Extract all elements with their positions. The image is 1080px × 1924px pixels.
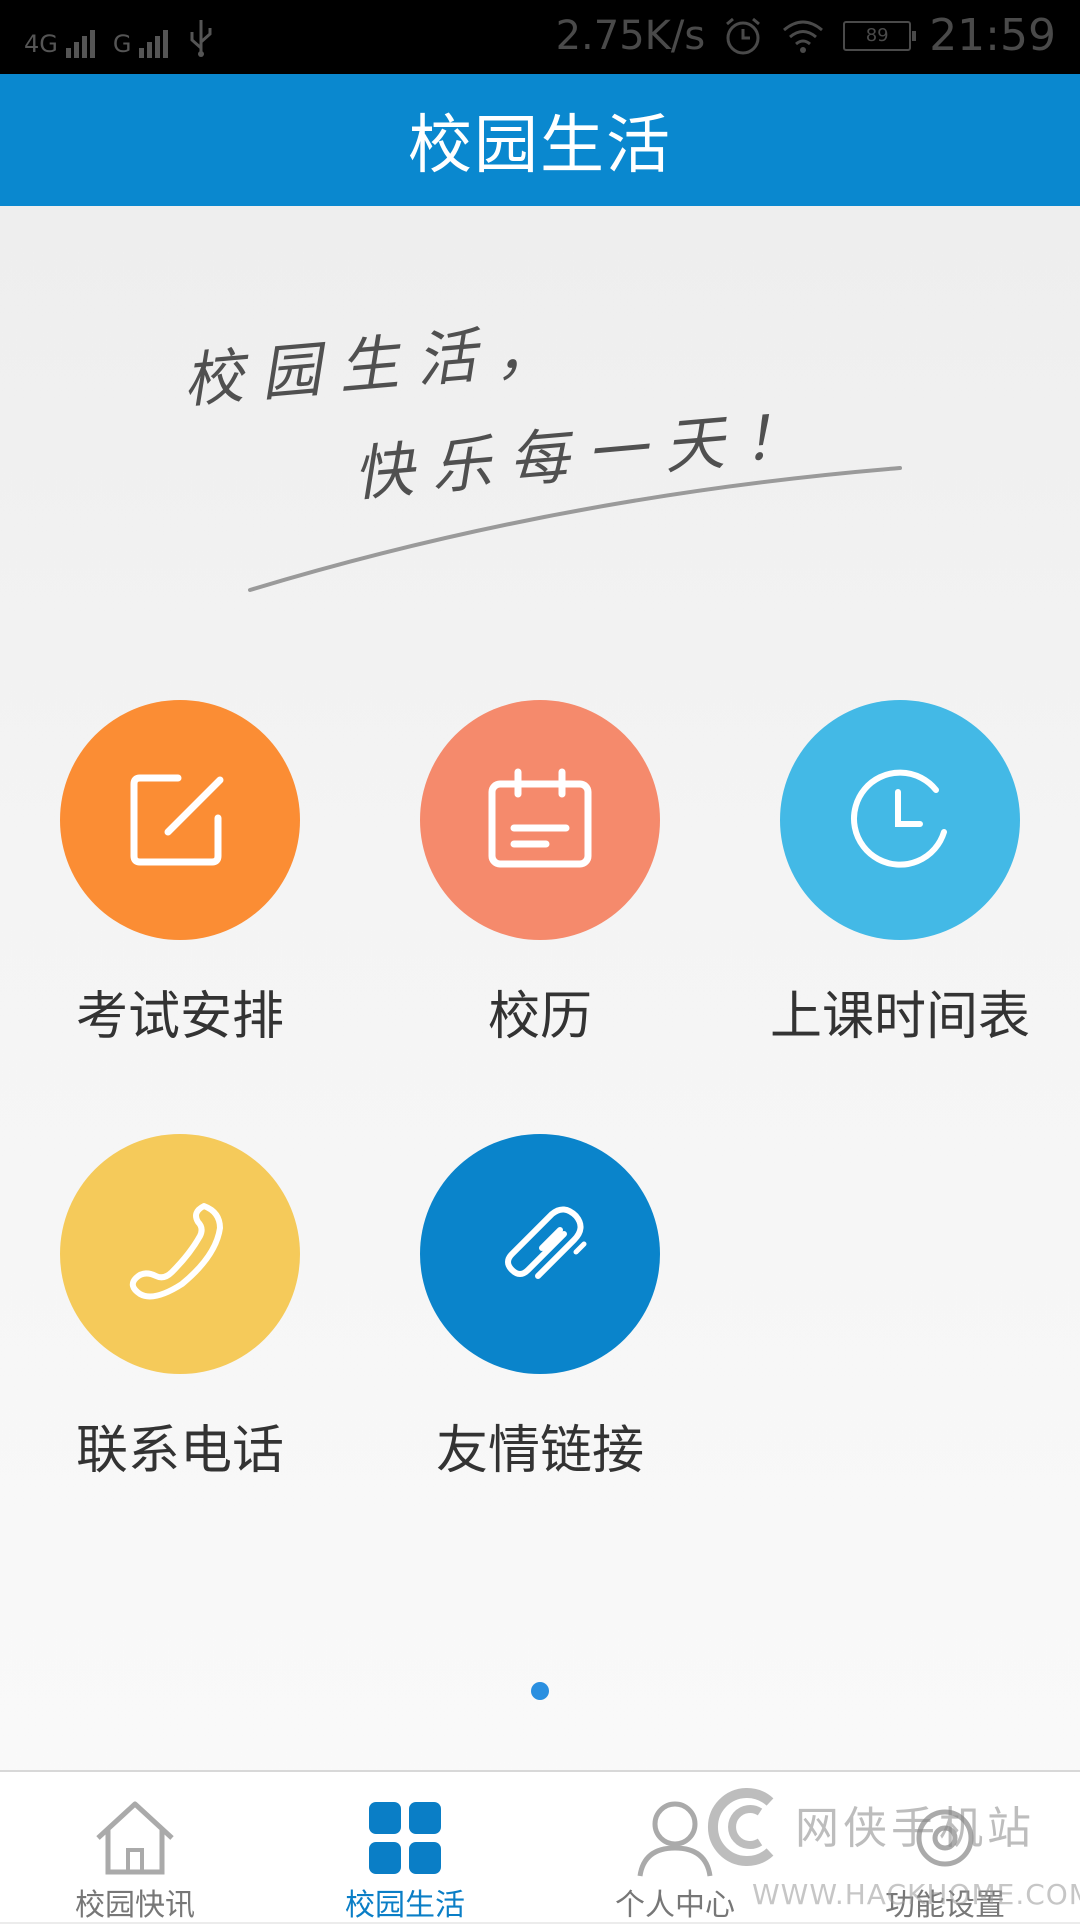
contact-phone-button[interactable] xyxy=(60,1134,300,1374)
edit-icon xyxy=(130,774,224,866)
tile-label: 上课时间表 xyxy=(769,987,1030,1047)
page-indicator-dot xyxy=(531,1682,549,1700)
wifi-icon xyxy=(783,20,824,53)
tile-school-calendar[interactable]: 校历 xyxy=(390,700,690,1049)
tile-class-timetable[interactable]: 上课时间表 xyxy=(750,700,1050,1049)
status-time: 21:59 xyxy=(929,10,1056,61)
friendly-links-button[interactable] xyxy=(420,1134,660,1374)
nav-label: 校园生活 xyxy=(345,1888,465,1923)
watermark-url: WWW.HACKHOME.COM xyxy=(752,1878,1080,1911)
sim1-signal-icon: 4G xyxy=(24,30,95,58)
net-speed: 2.75K/s xyxy=(555,12,706,59)
clock-icon xyxy=(851,769,947,868)
school-calendar-button[interactable] xyxy=(420,700,660,940)
tile-friendly-links[interactable]: 友情链接 xyxy=(390,1134,690,1483)
tile-exam-schedule[interactable]: 考试安排 xyxy=(30,700,330,1049)
calendar-icon xyxy=(488,768,592,868)
tile-contact-phone[interactable]: 联系电话 xyxy=(30,1134,330,1483)
watermark-logo-icon xyxy=(708,1788,774,1866)
page-title: 校园生活 xyxy=(408,109,672,183)
nav-campus-life[interactable]: 校园生活 xyxy=(270,1772,540,1923)
paperclip-icon xyxy=(505,1206,587,1279)
battery-icon: 89 xyxy=(843,20,917,51)
slogan-underline xyxy=(248,466,902,592)
alarm-icon xyxy=(726,17,761,54)
nav-campus-news[interactable]: 校园快讯 xyxy=(0,1772,270,1923)
home-icon xyxy=(96,1801,174,1875)
grid-icon xyxy=(369,1802,441,1874)
slogan-banner: 校园生活， 快乐每一天！ xyxy=(0,206,1080,646)
sim2-signal-icon: G xyxy=(113,30,169,58)
class-timetable-button[interactable] xyxy=(780,700,1020,940)
usb-icon xyxy=(190,20,212,57)
status-bar: 4G G 2.75K/s 89 21:59 xyxy=(0,0,1080,74)
phone-icon xyxy=(129,1203,223,1300)
app-header: 校园生活 xyxy=(0,74,1080,206)
bottom-nav: 校园快讯 校园生活 个人中心 功能设置 网侠手机站 WWW.HACKHOME.C… xyxy=(0,1770,1080,1923)
exam-schedule-button[interactable] xyxy=(60,700,300,940)
tile-label: 友情链接 xyxy=(435,1421,644,1481)
watermark: 网侠手机站 WWW.HACKHOME.COM xyxy=(700,1782,1080,1922)
tile-label: 考试安排 xyxy=(75,987,284,1047)
watermark-name: 网侠手机站 xyxy=(795,1803,1035,1854)
tile-label: 联系电话 xyxy=(75,1421,284,1481)
tile-label: 校历 xyxy=(487,987,592,1047)
nav-label: 校园快讯 xyxy=(75,1888,195,1923)
